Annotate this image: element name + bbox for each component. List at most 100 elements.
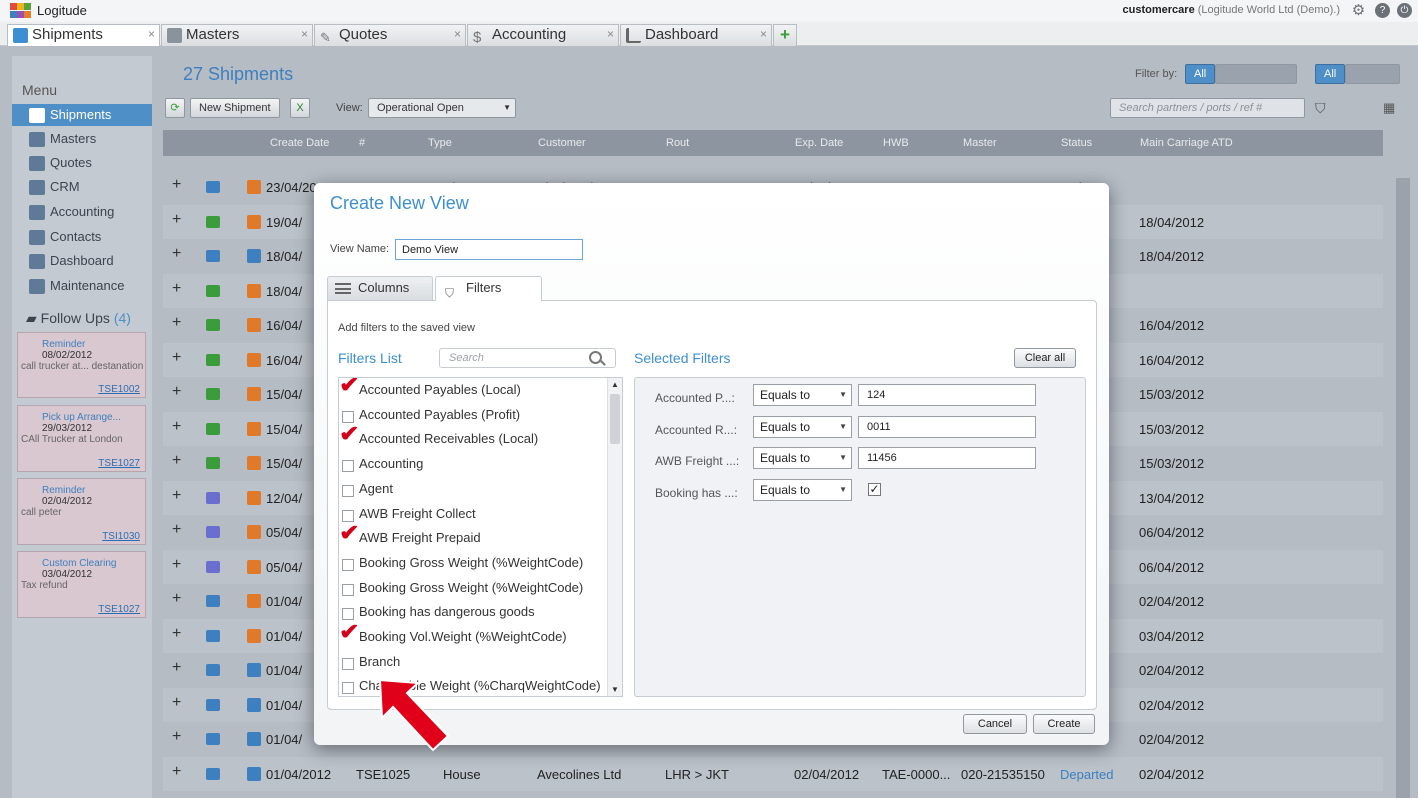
scroll-up-icon[interactable]: ▲ [611,380,619,389]
column-header[interactable]: Main Carriage ATD [1140,137,1233,149]
filter-list-item[interactable]: Accounting [339,452,607,476]
close-icon[interactable]: × [301,24,308,44]
add-tab-button[interactable]: + [773,24,797,46]
expand-row-icon[interactable]: + [172,763,181,781]
filters-list-scrollbar[interactable]: ▲ ▼ [607,378,622,696]
scroll-down-icon[interactable]: ▼ [611,685,619,694]
filter-list-item[interactable]: Agent [339,477,607,501]
search-icon[interactable] [589,351,602,364]
tab-columns[interactable]: Columns [327,276,433,300]
sidebar-item-shipments[interactable]: Shipments [12,104,152,126]
column-header[interactable]: HWB [883,137,909,149]
followup-card[interactable]: Reminder 08/02/2012 call trucker at... d… [17,332,146,398]
filter-list-item[interactable]: ✔ AWB Freight Prepaid [339,522,607,550]
column-header[interactable]: Type [428,137,452,149]
view-select[interactable]: Operational Open ▼ [368,98,516,118]
expand-row-icon[interactable]: + [172,625,181,643]
tab-quotes[interactable]: ✎ Quotes × [314,24,466,46]
filter-value-input[interactable]: 0011 [858,415,1036,438]
partners-search-input[interactable]: Search partners / ports / ref # [1110,98,1305,118]
sidebar-item-accounting[interactable]: Accounting [12,201,152,223]
filter-value-input[interactable]: 11456 [858,447,1036,470]
filter-list-item[interactable]: Branch [339,650,607,674]
filter-list-item[interactable]: ✔ Accounted Payables (Local) [339,378,607,402]
operator-select[interactable]: Equals to ▼ [753,415,852,438]
clear-all-button[interactable]: Clear all [1014,348,1076,368]
grid-scrollbar[interactable] [1396,178,1410,798]
filter-checkbox[interactable] [342,484,354,497]
followup-card[interactable]: Reminder 02/04/2012 call peter TSI1030 [17,478,146,545]
expand-row-icon[interactable]: + [172,590,181,608]
expand-row-icon[interactable]: + [172,452,181,470]
view-mode-buttons[interactable] [1345,64,1400,84]
operator-select[interactable]: Equals to ▼ [753,479,852,502]
value-checkbox[interactable]: ✓ [868,483,881,497]
close-icon[interactable]: × [607,24,614,44]
filter-checkbox[interactable] [342,583,354,596]
gear-icon[interactable]: ⚙ [1351,3,1366,18]
columns-icon[interactable]: ▦ [1383,100,1395,116]
followup-ref-link[interactable]: TSE1027 [98,458,140,469]
filter-list-item[interactable]: Accounted Payables (Profit) [339,403,607,427]
column-header[interactable]: Master [963,137,997,149]
filter-list-item[interactable]: Booking Gross Weight (%WeightCode) [339,576,607,600]
followup-ref-link[interactable]: TSE1002 [98,384,140,395]
followup-ref-link[interactable]: TSE1027 [98,604,140,615]
expand-row-icon[interactable]: + [172,521,181,539]
expand-row-icon[interactable]: + [172,418,181,436]
funnel-icon[interactable]: ⛉ [1315,100,1326,117]
column-header[interactable]: Customer [538,137,586,149]
filter-checkbox[interactable] [342,558,354,571]
cell-number[interactable]: TSE1025 [356,767,410,782]
expand-row-icon[interactable]: + [172,728,181,746]
checkmark-icon[interactable]: ✔ [339,423,359,445]
filter-mode-buttons[interactable] [1215,64,1297,84]
sidebar-item-crm[interactable]: CRM [12,176,152,198]
view-name-input[interactable] [395,239,583,260]
filter-list-item[interactable]: ✔ Booking Vol.Weight (%WeightCode) [339,621,607,649]
filter-checkbox[interactable] [342,682,354,695]
checkmark-icon[interactable]: ✔ [339,522,359,544]
column-header[interactable]: # [359,137,365,149]
sidebar-item-quotes[interactable]: Quotes [12,152,152,174]
filter-list-item[interactable]: Booking has dangerous goods [339,600,607,624]
tab-shipments[interactable]: Shipments × [7,24,160,47]
expand-row-icon[interactable]: + [172,694,181,712]
operator-select[interactable]: Equals to ▼ [753,447,852,470]
column-header[interactable]: Exp. Date [795,137,843,149]
scroll-thumb[interactable] [610,394,620,444]
excel-export-icon[interactable]: X [290,98,310,118]
expand-row-icon[interactable]: + [172,659,181,677]
sidebar-item-dashboard[interactable]: Dashboard [12,250,152,272]
tab-accounting[interactable]: $ Accounting × [467,24,619,46]
refresh-icon[interactable]: ⟳ [165,98,185,118]
followup-ref-link[interactable]: TSI1030 [102,531,140,542]
followups-header[interactable]: ▰ Follow Ups (4) [26,310,131,327]
tab-dashboard[interactable]: Dashboard × [620,24,772,46]
filter-checkbox[interactable] [342,657,354,670]
column-header[interactable]: Rout [666,137,689,149]
filter-value-input[interactable]: 124 [858,384,1036,406]
power-icon[interactable]: ⏻ [1397,3,1412,18]
tab-masters[interactable]: Masters × [161,24,313,46]
help-icon[interactable]: ? [1375,3,1390,18]
column-header[interactable]: Create Date [270,137,329,149]
expand-row-icon[interactable]: + [172,487,181,505]
column-header[interactable]: Status [1061,137,1092,149]
expand-row-icon[interactable]: + [172,176,181,194]
table-row[interactable]: +01/04/2012 TSE1025 House Avecolines Ltd LHR… [163,756,1383,791]
followup-card[interactable]: Pick up Arrange... 29/03/2012 CAll Truck… [17,405,146,472]
view-all-button[interactable]: All [1315,64,1346,84]
close-icon[interactable]: × [760,24,767,44]
tab-filters[interactable]: ⛉ Filters [435,276,542,301]
checkmark-icon[interactable]: ✔ [339,378,359,396]
filter-checkbox[interactable] [342,460,354,473]
filter-list-item[interactable]: Booking Gross Weight (%WeightCode) [339,551,607,575]
sidebar-item-maintenance[interactable]: Maintenance [12,275,152,297]
table-row[interactable]: +01/04/2012TSE1024HouseAlexis Ltd.LHR > … [163,791,1383,798]
followup-card[interactable]: Custom Clearing 03/04/2012 Tax refund TS… [17,551,146,618]
expand-row-icon[interactable]: + [172,556,181,574]
expand-row-icon[interactable]: + [172,211,181,229]
expand-row-icon[interactable]: + [172,314,181,332]
expand-row-icon[interactable]: + [172,383,181,401]
